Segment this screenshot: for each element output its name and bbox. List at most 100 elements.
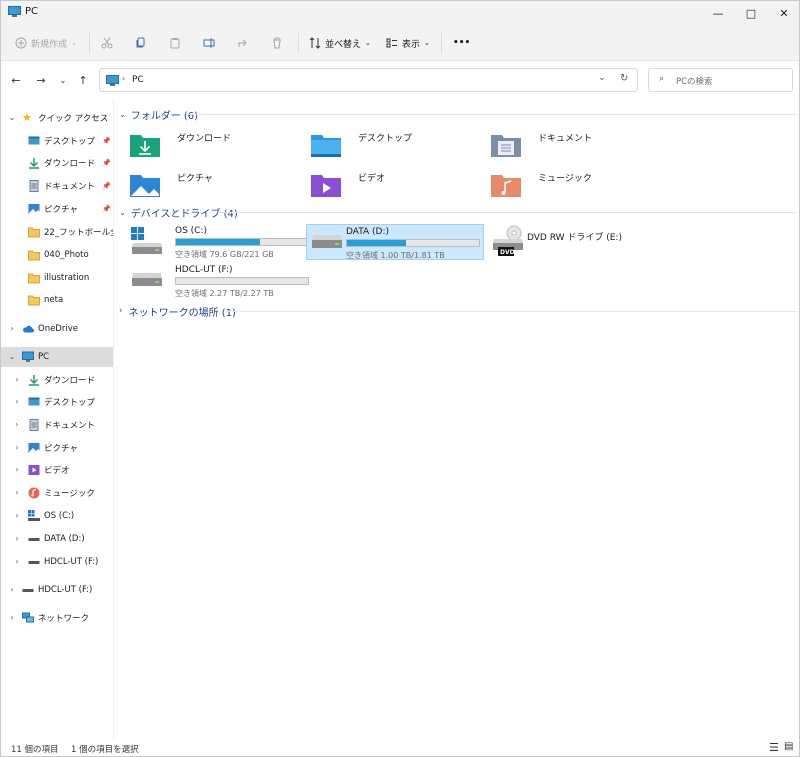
chevron-down-icon[interactable]: ⌄ (8, 114, 16, 122)
close-button[interactable]: ✕ (767, 1, 799, 25)
chevron-right-icon[interactable]: › (13, 444, 21, 452)
breadcrumb[interactable]: PC (132, 75, 144, 85)
details-view-icon[interactable]: ☰ (769, 741, 779, 754)
sidebar-item-folder[interactable]: 040_Photo (1, 245, 113, 265)
sidebar-item-folder[interactable]: 22_フットボール全般 (1, 222, 113, 242)
paste-button[interactable] (169, 33, 181, 53)
command-bar: 新規作成 ⌄ 並べ替え ⌄ 表示 ⌄ ••• (1, 25, 799, 61)
group-title: ネットワークの場所 (1) (128, 307, 236, 319)
sidebar-item-downloads[interactable]: › ダウンロード (1, 370, 113, 390)
folder-tile-documents[interactable]: ドキュメント (490, 127, 668, 163)
folder-tile-downloads[interactable]: ダウンロード (129, 127, 307, 163)
separator (89, 33, 90, 53)
chevron-right-icon[interactable]: › (13, 512, 21, 520)
arrow-up-icon: ↑ (78, 73, 88, 87)
chevron-right-icon[interactable]: › (8, 325, 16, 333)
trash-icon (273, 37, 281, 49)
view-button[interactable]: 表示 ⌄ (386, 33, 430, 53)
downloads-folder-icon (130, 135, 160, 157)
minimize-button[interactable]: — (701, 1, 735, 25)
drive-usage-bar (175, 277, 309, 285)
drive-tile-f[interactable]: HDCL-UT (F:) 空き領域 2.27 TB/2.27 TB (129, 263, 309, 299)
recent-button[interactable]: ⌄ (56, 73, 70, 87)
chevron-right-icon[interactable]: › (13, 558, 21, 566)
drive-tile-c[interactable]: OS (C:) 空き領域 79.6 GB/221 GB (129, 224, 309, 260)
sidebar-item-label: ダウンロード (44, 376, 96, 386)
group-header-network[interactable]: › ネットワークの場所 (1) (119, 304, 236, 319)
folder-name: ピクチャ (177, 174, 213, 184)
folder-icon (28, 273, 40, 284)
chevron-down-icon[interactable]: ⌄ (598, 73, 606, 83)
cut-button[interactable] (101, 33, 113, 53)
drive-name: DVD RW ドライブ (E:) (527, 233, 622, 243)
maximize-button[interactable]: □ (734, 1, 768, 25)
sidebar-item-onedrive[interactable]: › OneDrive (1, 319, 113, 339)
share-button[interactable] (237, 33, 249, 53)
pc-icon (22, 351, 34, 362)
sidebar-item-drive-f[interactable]: › HDCL-UT (F:) (1, 552, 113, 572)
chevron-right-icon[interactable]: › (8, 614, 16, 622)
folder-tile-pictures[interactable]: ピクチャ (129, 167, 307, 203)
sidebar-item-music[interactable]: › ミュージック (1, 483, 113, 503)
maximize-icon: □ (745, 6, 757, 20)
address-bar[interactable]: › PC ⌄ ↻ (99, 68, 638, 92)
chevron-right-icon[interactable]: › (13, 535, 21, 543)
sidebar-item-folder[interactable]: illustration (1, 268, 113, 288)
share-icon (238, 39, 247, 47)
sidebar-item-documents[interactable]: › ドキュメント (1, 415, 113, 435)
sidebar-item-folder[interactable]: neta (1, 290, 113, 310)
chevron-right-icon[interactable]: › (13, 398, 21, 406)
content-pane: ⌄ フォルダー (6) ダウンロード デスクトップ ドキュメント ピクチャ ビデ… (115, 99, 799, 739)
sidebar-item-drive-c[interactable]: › OS (C:) (1, 506, 113, 526)
chevron-right-icon[interactable]: › (13, 466, 21, 474)
sidebar-item-network[interactable]: › ネットワーク (1, 608, 113, 628)
drive-free-space: 空き領域 2.27 TB/2.27 TB (175, 289, 274, 298)
more-button[interactable]: ••• (453, 33, 470, 53)
delete-button[interactable] (271, 33, 283, 53)
rename-button[interactable] (203, 33, 215, 53)
clipboard-icon (170, 38, 180, 49)
folder-tile-music[interactable]: ミュージック (490, 167, 668, 203)
drive-name: DATA (D:) (346, 227, 390, 237)
sidebar-item-documents[interactable]: ドキュメント 📌 (1, 176, 113, 196)
sidebar-item-drive-d[interactable]: › DATA (D:) (1, 529, 113, 549)
separator (298, 33, 299, 53)
chevron-right-icon[interactable]: › (13, 421, 21, 429)
sidebar-item-quick-access[interactable]: ⌄ ★ クイック アクセス (1, 108, 113, 128)
desktop-icon (28, 397, 40, 406)
drive-tile-dvd[interactable]: DVD DVD RW ドライブ (E:) (490, 224, 668, 260)
sidebar-item-pictures[interactable]: › ピクチャ (1, 438, 113, 458)
sort-button[interactable]: 並べ替え ⌄ (309, 33, 371, 53)
sidebar-item-label: ドキュメント (44, 182, 96, 192)
group-header-folders[interactable]: ⌄ フォルダー (6) (119, 107, 198, 122)
up-button[interactable]: ↑ (76, 73, 90, 87)
refresh-icon[interactable]: ↻ (620, 73, 628, 84)
new-button[interactable]: 新規作成 ⌄ (15, 33, 77, 53)
forward-button[interactable]: → (34, 73, 48, 87)
drive-tile-d[interactable]: DATA (D:) 空き領域 1.00 TB/1.81 TB (306, 224, 484, 260)
sidebar-item-pictures[interactable]: ピクチャ 📌 (1, 199, 113, 219)
sidebar-item-label: クイック アクセス (38, 114, 109, 124)
sidebar-item-downloads[interactable]: ダウンロード 📌 (1, 153, 113, 173)
sidebar-item-hdcl[interactable]: › HDCL-UT (F:) (1, 580, 113, 600)
item-count: 11 個の項目 (11, 745, 59, 755)
chevron-down-icon[interactable]: ⌄ (8, 353, 16, 361)
search-input[interactable]: ⌕ PCの検索 (648, 68, 793, 92)
copy-button[interactable] (135, 33, 147, 53)
sort-label: 並べ替え (325, 39, 362, 50)
sidebar-item-videos[interactable]: › ビデオ (1, 460, 113, 480)
sidebar-item-label: ピクチャ (44, 205, 78, 215)
chevron-right-icon[interactable]: › (8, 586, 16, 594)
chevron-right-icon[interactable]: › (13, 489, 21, 497)
tiles-view-icon[interactable]: ▤ (784, 741, 793, 752)
chevron-down-icon: ⌄ (424, 39, 430, 47)
sidebar-item-desktop[interactable]: デスクトップ 📌 (1, 131, 113, 151)
sidebar-item-pc[interactable]: ⌄ PC (1, 347, 113, 367)
folder-name: ミュージック (538, 174, 592, 184)
document-icon (29, 419, 39, 431)
back-button[interactable]: ← (9, 73, 23, 87)
chevron-right-icon[interactable]: › (13, 376, 21, 384)
sidebar-item-desktop[interactable]: › デスクトップ (1, 392, 113, 412)
folder-tile-desktop[interactable]: デスクトップ (310, 127, 488, 163)
folder-tile-videos[interactable]: ビデオ (310, 167, 488, 203)
